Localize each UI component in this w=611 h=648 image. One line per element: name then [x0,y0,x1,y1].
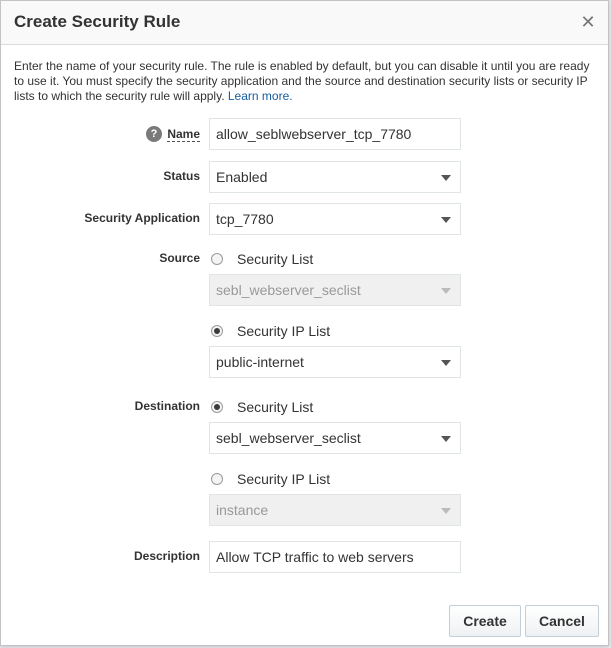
destination-label: Destination [134,399,200,413]
description-label: Description [133,549,200,563]
description-input[interactable]: Allow TCP traffic to web servers [209,541,461,573]
source-security-ip-list-select[interactable]: public-internet [209,346,461,378]
chevron-down-icon [441,288,451,294]
chevron-down-icon [441,360,451,366]
status-value: Enabled [216,169,268,185]
radio-unchecked-icon[interactable] [211,253,223,265]
name-input[interactable]: allow_seblwebserver_tcp_7780 [209,118,461,150]
chevron-down-icon [441,436,451,442]
dialog-title: Create Security Rule [14,12,181,31]
destination-security-ip-list-value: instance [216,502,269,518]
status-label: Status [163,169,200,183]
radio-unchecked-icon[interactable] [211,473,223,485]
create-button[interactable]: Create [449,605,521,637]
security-application-select[interactable]: tcp_7780 [209,203,461,235]
help-icon[interactable]: ? [146,126,162,142]
close-icon[interactable]: ✕ [577,11,599,33]
destination-security-ip-list-label: Security IP List [237,471,331,487]
destination-security-list-label: Security List [237,399,314,415]
cancel-button[interactable]: Cancel [525,605,599,637]
radio-checked-icon[interactable] [211,401,223,413]
source-security-list-label: Security List [237,251,314,267]
learn-more-link[interactable]: Learn more. [228,89,293,103]
source-security-ip-list-value: public-internet [216,354,304,370]
source-security-list-select: sebl_webserver_seclist [209,274,461,306]
create-security-rule-dialog: Create Security Rule ✕ Enter the name of… [0,0,609,646]
name-label: Name [167,127,200,142]
intro-description: Enter the name of your security rule. Th… [14,59,590,103]
chevron-down-icon [441,508,451,514]
dialog-header: Create Security Rule ✕ [1,1,608,45]
intro-text: Enter the name of your security rule. Th… [14,59,602,104]
destination-security-list-select[interactable]: sebl_webserver_seclist [209,422,461,454]
security-application-value: tcp_7780 [216,211,274,227]
radio-checked-icon[interactable] [211,325,223,337]
chevron-down-icon [441,217,451,223]
source-security-ip-list-label: Security IP List [237,323,331,339]
status-select[interactable]: Enabled [209,161,461,193]
chevron-down-icon [441,175,451,181]
source-security-list-value: sebl_webserver_seclist [216,282,361,298]
source-label: Source [159,251,200,265]
security-application-label: Security Application [84,211,200,225]
destination-security-ip-list-select: instance [209,494,461,526]
destination-security-list-value: sebl_webserver_seclist [216,430,361,446]
